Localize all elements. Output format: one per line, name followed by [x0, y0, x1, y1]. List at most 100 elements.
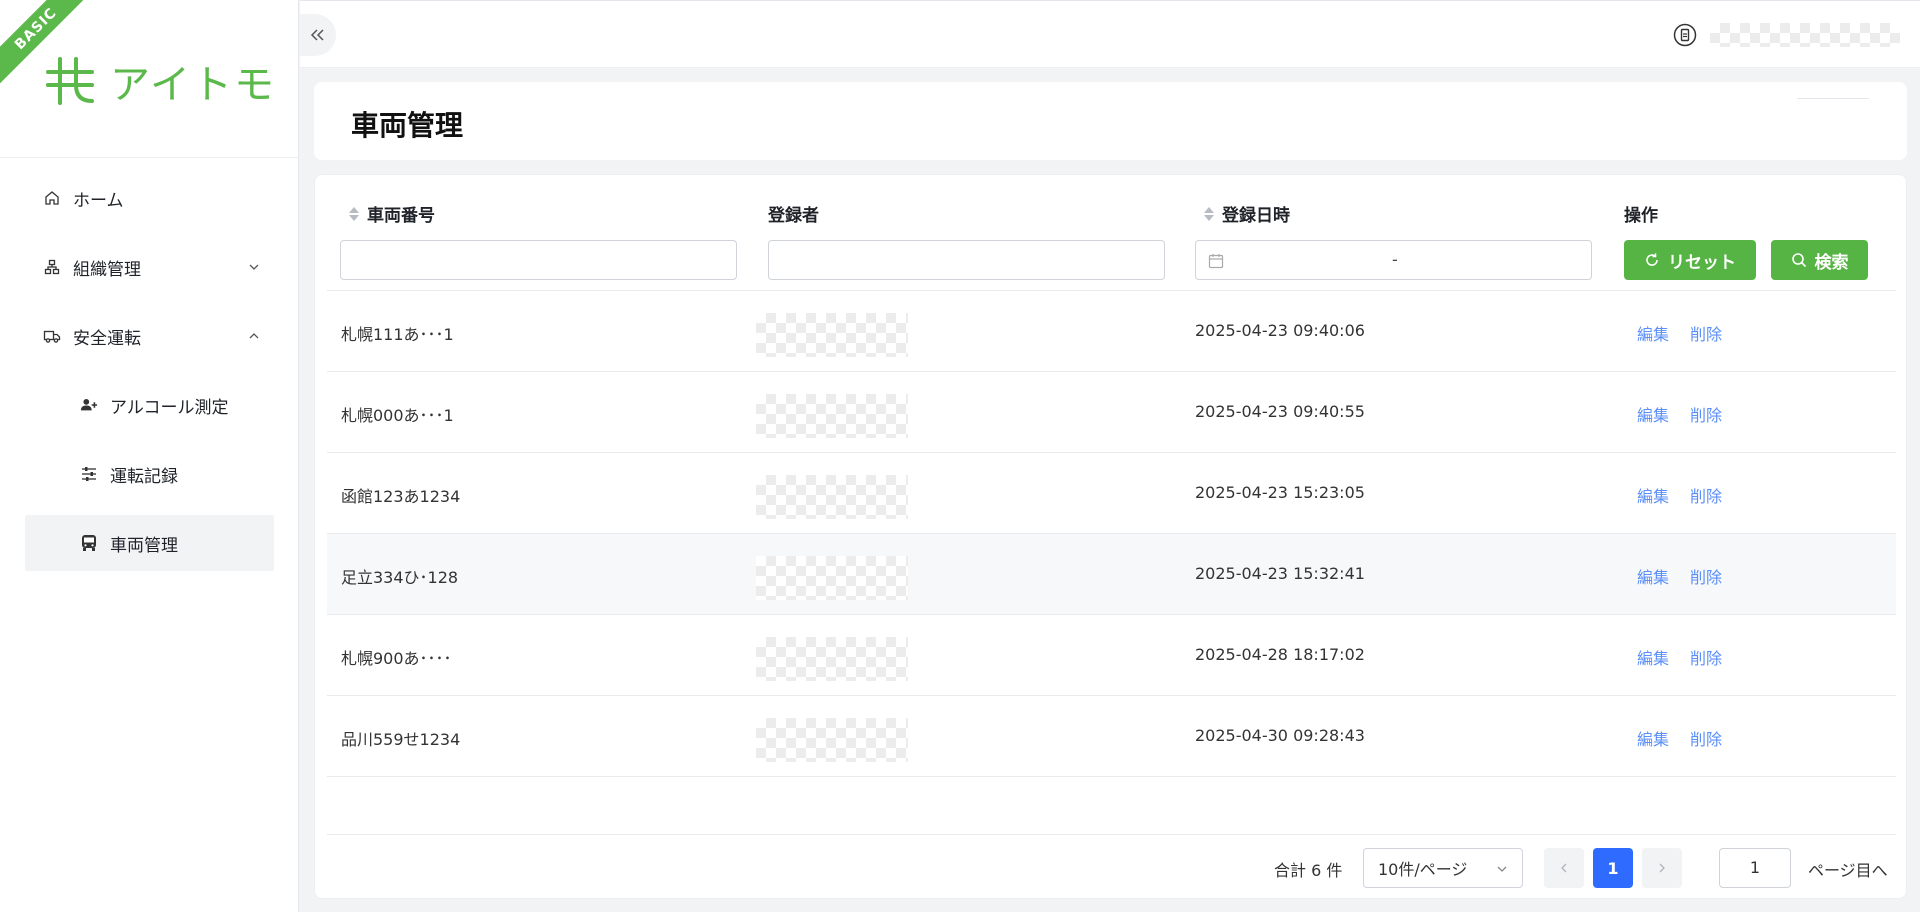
- sidebar-item-label: 組織管理: [73, 259, 141, 280]
- sidebar-menu: ホーム 組織管理 安全運転 アルコール測定 運転記録 車両管理: [25, 170, 274, 584]
- sidebar: BASIC アイトモ ホーム 組織管理 安全運転 アルコール測定 運転記録 車両…: [0, 0, 299, 912]
- search-button-label: 検索: [1814, 252, 1849, 273]
- calendar-icon: [1208, 254, 1224, 269]
- table-row: 札幌000あ･･･1 2025-04-23 09:40:55 編集 削除: [327, 372, 1896, 453]
- sliders-icon: [80, 465, 98, 483]
- registered-at-cell: 2025-04-23 15:23:05: [1195, 483, 1365, 502]
- delete-link[interactable]: 削除: [1690, 402, 1722, 426]
- column-header-registered-at[interactable]: 登録日時: [1204, 201, 1290, 226]
- app-logo[interactable]: アイトモ: [44, 52, 276, 110]
- registrant-cell-redacted: [756, 475, 908, 519]
- column-header-actions: 操作: [1624, 201, 1658, 226]
- user-plus-icon: [80, 396, 98, 414]
- vehicle-table-body: 札幌111あ･･･1 2025-04-23 09:40:06 編集 削除 札幌0…: [327, 291, 1896, 777]
- chevron-right-icon: [1659, 863, 1665, 873]
- sidebar-item-label: ホーム: [73, 190, 124, 211]
- registrant-filter-input[interactable]: [768, 240, 1165, 280]
- edit-link[interactable]: 編集: [1637, 483, 1669, 507]
- pagination-divider: [327, 834, 1896, 835]
- sidebar-item-driving-records[interactable]: 運転記録: [25, 446, 274, 502]
- account-icon[interactable]: [1673, 23, 1697, 47]
- sidebar-item-label: 車両管理: [110, 535, 178, 556]
- column-header-registrant: 登録者: [768, 201, 819, 226]
- registrant-cell-redacted: [756, 637, 908, 681]
- sort-icon[interactable]: [1204, 206, 1214, 221]
- registrant-cell-redacted: [756, 556, 908, 600]
- logo-text: アイトモ: [110, 62, 276, 108]
- registrant-cell-redacted: [756, 394, 908, 438]
- chevron-left-icon: [1561, 863, 1567, 873]
- delete-link[interactable]: 削除: [1690, 726, 1722, 750]
- prev-page-button[interactable]: [1544, 848, 1584, 888]
- user-name-redacted[interactable]: [1710, 23, 1900, 47]
- date-range-separator: -: [1392, 250, 1398, 269]
- delete-link[interactable]: 削除: [1690, 321, 1722, 345]
- date-range-picker[interactable]: -: [1195, 240, 1592, 280]
- total-count: 合計 6 件: [1274, 861, 1343, 880]
- column-header-vehicle-number[interactable]: 車両番号: [349, 201, 435, 226]
- page-title: 車両管理: [351, 109, 464, 142]
- registered-at-cell: 2025-04-28 18:17:02: [1195, 645, 1365, 664]
- page-size-select[interactable]: 10件/ページ: [1363, 848, 1523, 888]
- column-header-label: 操作: [1624, 206, 1658, 226]
- vehicle-number-cell: 札幌000あ･･･1: [341, 406, 454, 425]
- column-header-label: 登録日時: [1222, 206, 1290, 226]
- goto-page-label: ページ目へ: [1808, 861, 1888, 880]
- delete-link[interactable]: 削除: [1690, 564, 1722, 588]
- search-icon: [1791, 253, 1806, 268]
- double-chevron-left-icon: [310, 29, 324, 41]
- vehicle-number-cell: 品川559せ1234: [341, 730, 461, 749]
- page-number-current[interactable]: 1: [1593, 848, 1633, 888]
- sidebar-item-organization[interactable]: 組織管理: [25, 239, 274, 295]
- next-page-button[interactable]: [1642, 848, 1682, 888]
- page-size-value: 10件/ページ: [1378, 860, 1468, 879]
- edit-link[interactable]: 編集: [1637, 321, 1669, 345]
- registered-at-cell: 2025-04-23 09:40:55: [1195, 402, 1365, 421]
- edit-link[interactable]: 編集: [1637, 564, 1669, 588]
- table-row: 札幌900あ････ 2025-04-28 18:17:02 編集 削除: [327, 615, 1896, 696]
- registrant-cell-redacted: [756, 313, 908, 357]
- chevron-up-icon: [249, 333, 259, 339]
- truck-icon: [43, 327, 61, 345]
- table-row: 函館123あ1234 2025-04-23 15:23:05 編集 削除: [327, 453, 1896, 534]
- column-header-label: 登録者: [768, 206, 819, 226]
- registered-at-cell: 2025-04-23 15:32:41: [1195, 564, 1365, 583]
- collapse-sidebar-button[interactable]: [300, 14, 336, 56]
- column-header-label: 車両番号: [367, 206, 435, 226]
- vehicle-number-cell: 札幌111あ･･･1: [341, 325, 454, 344]
- registered-at-cell: 2025-04-23 09:40:06: [1195, 321, 1365, 340]
- sort-icon[interactable]: [349, 206, 359, 221]
- edit-link[interactable]: 編集: [1637, 402, 1669, 426]
- edit-link[interactable]: 編集: [1637, 645, 1669, 669]
- table-row: 足立334ひ･128 2025-04-23 15:32:41 編集 削除: [327, 534, 1896, 615]
- vehicle-number-cell: 足立334ひ･128: [341, 568, 459, 587]
- sidebar-item-home[interactable]: ホーム: [25, 170, 274, 226]
- bus-icon: [80, 534, 98, 552]
- delete-link[interactable]: 削除: [1690, 483, 1722, 507]
- chevron-down-icon: [1497, 866, 1507, 872]
- registered-at-cell: 2025-04-30 09:28:43: [1195, 726, 1365, 745]
- chevron-down-icon: [249, 264, 259, 270]
- refresh-icon: [1646, 253, 1658, 266]
- home-icon: [43, 189, 61, 207]
- sidebar-item-safe-driving[interactable]: 安全運転: [25, 308, 274, 364]
- delete-link[interactable]: 削除: [1690, 645, 1722, 669]
- table-row: 品川559せ1234 2025-04-30 09:28:43 編集 削除: [327, 696, 1896, 777]
- vehicle-number-filter-input[interactable]: [340, 240, 737, 280]
- sidebar-item-alcohol-test[interactable]: アルコール測定: [25, 377, 274, 433]
- table-row: 札幌111あ･･･1 2025-04-23 09:40:06 編集 削除: [327, 291, 1896, 372]
- reset-button[interactable]: リセット: [1624, 240, 1756, 280]
- sidebar-item-label: アルコール測定: [110, 397, 229, 418]
- vehicle-table-card: 車両番号 登録者 登録日時 操作 - リセット 検索 札幌111あ･･･1 20…: [314, 174, 1907, 899]
- header-divider: [1797, 98, 1869, 99]
- sidebar-item-vehicle-management[interactable]: 車両管理: [25, 515, 274, 571]
- reset-button-label: リセット: [1668, 252, 1736, 273]
- goto-page-input[interactable]: 1: [1719, 848, 1791, 888]
- registrant-cell-redacted: [756, 718, 908, 762]
- search-button[interactable]: 検索: [1771, 240, 1868, 280]
- sidebar-item-label: 安全運転: [73, 328, 141, 349]
- page-header-card: 車両管理: [314, 82, 1907, 160]
- edit-link[interactable]: 編集: [1637, 726, 1669, 750]
- org-chart-icon: [43, 258, 61, 276]
- sidebar-divider: [0, 157, 299, 158]
